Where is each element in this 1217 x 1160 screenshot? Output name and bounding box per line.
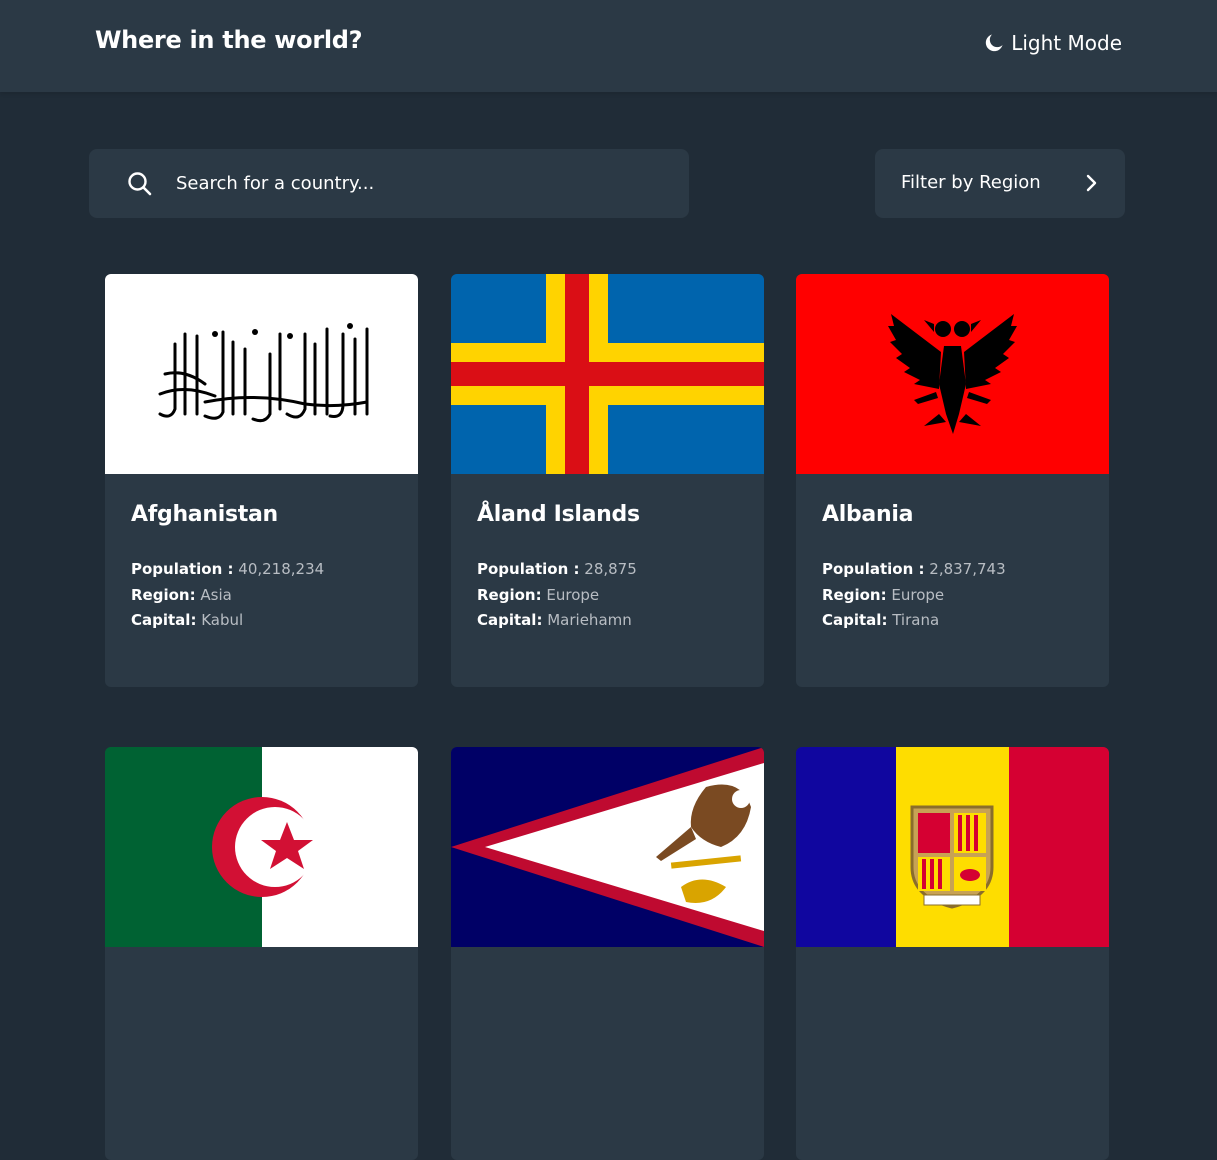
theme-toggle-button[interactable]: Light Mode <box>984 31 1122 55</box>
region-value: Europe <box>546 586 600 604</box>
region-label: Region: <box>477 586 542 604</box>
region-label: Region: <box>822 586 887 604</box>
capital-stat: Capital: Kabul <box>131 611 243 629</box>
region-value: Europe <box>891 586 945 604</box>
region-filter-dropdown[interactable]: Filter by Region <box>875 149 1125 218</box>
capital-label: Capital: <box>822 611 888 629</box>
capital-label: Capital: <box>477 611 543 629</box>
country-card[interactable] <box>451 747 764 1160</box>
header: Where in the world? Light Mode <box>0 0 1217 92</box>
app-title: Where in the world? <box>95 26 363 54</box>
capital-value: Tirana <box>892 611 940 629</box>
aland-islands-flag <box>451 274 764 474</box>
population-stat: Population : 28,875 <box>477 560 637 578</box>
population-value: 28,875 <box>584 560 637 578</box>
capital-value: Kabul <box>201 611 244 629</box>
capital-label: Capital: <box>131 611 197 629</box>
country-card[interactable] <box>796 747 1109 1160</box>
population-value: 2,837,743 <box>929 560 1006 578</box>
search-input[interactable] <box>176 149 656 218</box>
region-stat: Region: Asia <box>131 586 232 604</box>
american-samoa-flag <box>451 747 764 947</box>
search-icon <box>127 171 153 197</box>
population-label: Population : <box>477 560 580 578</box>
capital-stat: Capital: Tirana <box>822 611 939 629</box>
population-value: 40,218,234 <box>238 560 325 578</box>
population-stat: Population : 40,218,234 <box>131 560 324 578</box>
theme-toggle-label: Light Mode <box>1011 31 1122 55</box>
search-box <box>89 149 689 218</box>
country-name: Afghanistan <box>131 502 278 527</box>
region-label: Region: <box>131 586 196 604</box>
country-card[interactable]: Åland Islands Population : 28,875 Region… <box>451 274 764 687</box>
moon-icon <box>984 33 1004 53</box>
region-filter-label: Filter by Region <box>901 172 1041 193</box>
population-label: Population : <box>822 560 925 578</box>
region-value: Asia <box>200 586 232 604</box>
country-card[interactable]: Afghanistan Population : 40,218,234 Regi… <box>105 274 418 687</box>
country-card[interactable]: Albania Population : 2,837,743 Region: E… <box>796 274 1109 687</box>
capital-value: Mariehamn <box>547 611 632 629</box>
chevron-right-icon <box>1081 173 1101 193</box>
country-name: Albania <box>822 502 914 527</box>
afghanistan-flag <box>105 274 418 474</box>
region-stat: Region: Europe <box>477 586 599 604</box>
capital-stat: Capital: Mariehamn <box>477 611 632 629</box>
country-name: Åland Islands <box>477 502 640 527</box>
albania-flag <box>796 274 1109 474</box>
region-stat: Region: Europe <box>822 586 944 604</box>
andorra-flag <box>796 747 1109 947</box>
country-card[interactable] <box>105 747 418 1160</box>
population-label: Population : <box>131 560 234 578</box>
algeria-flag <box>105 747 418 947</box>
population-stat: Population : 2,837,743 <box>822 560 1006 578</box>
